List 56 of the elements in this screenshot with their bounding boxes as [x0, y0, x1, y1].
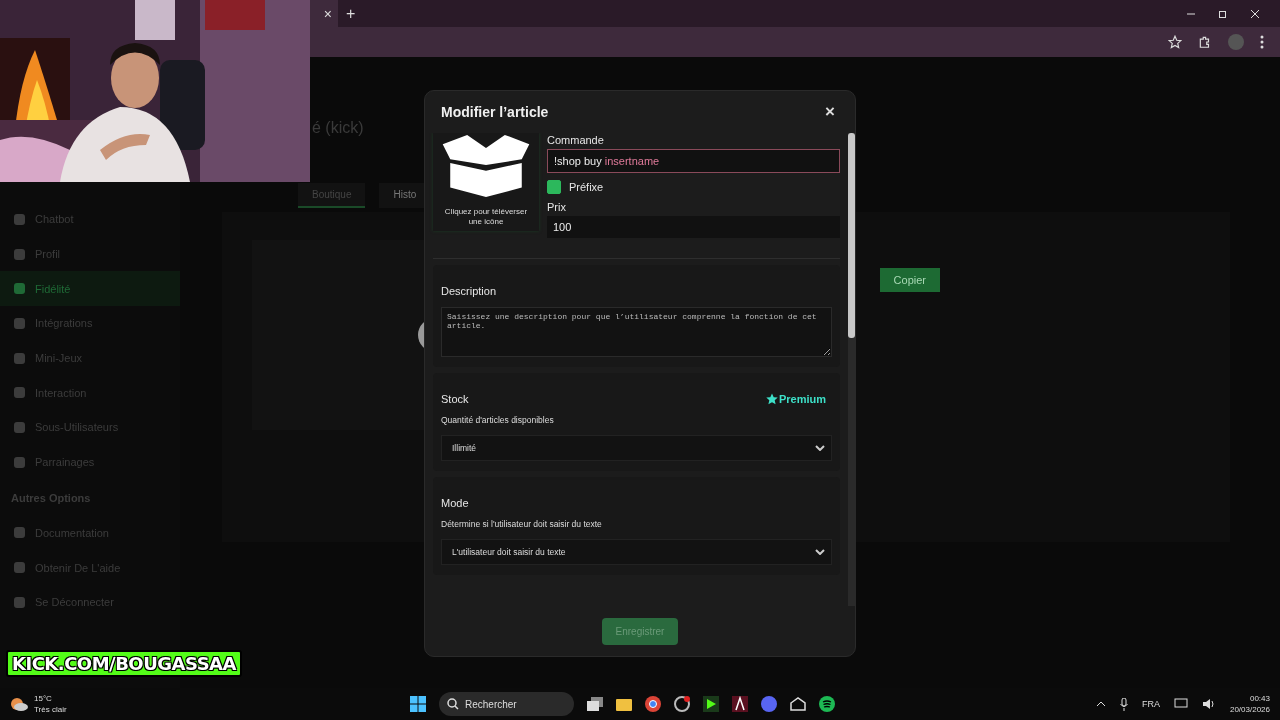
chevron-up-icon[interactable]: [1095, 701, 1106, 707]
taskbar-search[interactable]: Rechercher: [439, 692, 574, 716]
icon-upload[interactable]: Cliquez pour téléverser une icône: [433, 133, 539, 231]
play-icon[interactable]: [703, 696, 719, 712]
checkbox-label: Préfixe: [569, 181, 604, 193]
description-field[interactable]: Saisissez une description pour que l’utilisateur comprenne la fonction de cet article.: [441, 307, 832, 357]
restore-icon[interactable]: [1218, 8, 1228, 19]
star-icon[interactable]: [1168, 35, 1182, 49]
clock-time[interactable]: 00:43: [1249, 693, 1270, 704]
price-field[interactable]: 100: [547, 216, 840, 238]
premium-label: Premium: [778, 393, 826, 405]
browser-icon[interactable]: [645, 696, 661, 712]
channel-overlay: KICK.COM/BOUGASSAA: [6, 650, 242, 677]
dialog-title: Modifier l’article: [441, 104, 549, 120]
weather-icon: [10, 696, 28, 712]
network-icon[interactable]: [1173, 698, 1188, 710]
music-icon[interactable]: [819, 696, 835, 712]
command-field[interactable]: !shop buy insertname: [547, 149, 840, 173]
scrollbar-thumb[interactable]: [848, 133, 855, 338]
folder-icon[interactable]: [616, 697, 632, 711]
menu-icon[interactable]: [1260, 35, 1264, 49]
copy-button[interactable]: Copier: [879, 268, 940, 292]
speaker-icon[interactable]: [1201, 698, 1216, 710]
close-button[interactable]: ×: [825, 102, 835, 122]
chat-icon[interactable]: [761, 696, 777, 712]
app-icon[interactable]: [674, 696, 690, 712]
app-icon[interactable]: [732, 696, 748, 712]
tab-close-button[interactable]: ×: [323, 5, 332, 22]
search-icon: [447, 698, 459, 710]
field-hint: Quantité d'articles disponibles: [441, 415, 555, 425]
sidebar-item[interactable]: Fidélité: [0, 271, 180, 307]
windows-icon[interactable]: [410, 696, 426, 712]
windows-stack-icon[interactable]: [587, 697, 603, 711]
field-label: Commande: [547, 134, 605, 146]
browser-tab[interactable]: ×: [310, 0, 338, 27]
field-hint: Détermine si l'utilisateur doit saisir du texte: [441, 519, 603, 529]
close-icon[interactable]: [1250, 8, 1260, 19]
clock-date[interactable]: 20/03/2026: [1229, 704, 1270, 715]
star-icon: [765, 393, 778, 405]
chevron-down-icon: [815, 549, 825, 555]
temperature: 15°C: [34, 693, 53, 704]
language-indicator[interactable]: FRA: [1141, 699, 1160, 709]
tray-icon[interactable]: [790, 697, 806, 711]
section-title: Stock: [441, 393, 469, 405]
section-title: Mode: [441, 497, 470, 509]
chevron-down-icon: [815, 445, 825, 451]
new-tab-button[interactable]: +: [346, 4, 356, 23]
upload-caption: Cliquez pour téléverser une icône: [443, 207, 529, 227]
stock-select[interactable]: Illimité: [441, 435, 832, 461]
weather-label: Très clair: [34, 704, 67, 715]
section-title: Description: [441, 285, 498, 297]
checkbox[interactable]: [547, 180, 561, 194]
field-label: Prix: [547, 201, 567, 213]
mode-select[interactable]: L'utilisateur doit saisir du texte: [441, 539, 832, 565]
microphone-icon[interactable]: [1119, 697, 1128, 711]
puzzle-icon[interactable]: [1198, 35, 1212, 49]
